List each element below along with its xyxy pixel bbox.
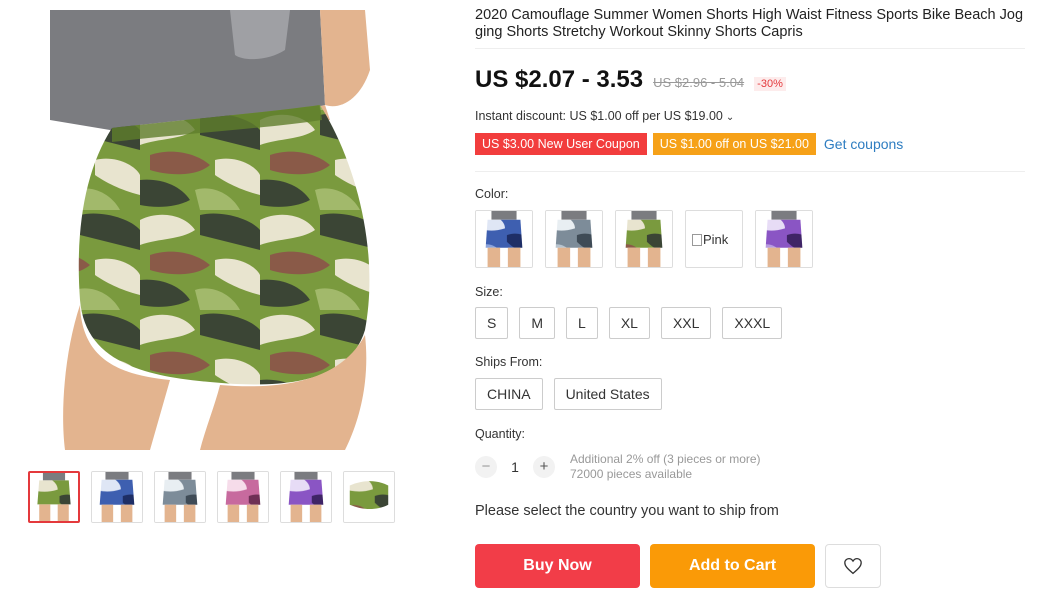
thumbnail-gray-camo[interactable] <box>154 471 206 523</box>
quantity-label: Quantity: <box>475 427 526 441</box>
quantity-input[interactable] <box>497 458 533 476</box>
size-options: S M L XL XXL XXXL <box>475 307 783 339</box>
instant-discount-text: Instant discount: US $1.00 off per US $1… <box>475 109 723 123</box>
add-to-cart-button[interactable]: Add to Cart <box>650 544 815 588</box>
quantity-decrease-button[interactable]: − <box>475 456 497 478</box>
thumbnail-green-camo[interactable] <box>28 471 80 523</box>
wishlist-button[interactable] <box>825 544 881 588</box>
ship-from-united-states[interactable]: United States <box>553 378 662 410</box>
coupon-row: US $3.00 New User Coupon US $1.00 off on… <box>475 133 903 155</box>
divider <box>475 171 1025 172</box>
color-option-pink[interactable]: Pink <box>685 210 743 268</box>
size-option-s[interactable]: S <box>475 307 509 339</box>
thumbnail-strip <box>28 471 395 523</box>
current-price: US $2.07 - 3.53 <box>475 66 644 93</box>
ship-country-message: Please select the country you want to sh… <box>475 503 779 519</box>
heart-icon <box>844 557 862 575</box>
size-option-xxxl[interactable]: XXXL <box>722 307 783 339</box>
size-option-xxl[interactable]: XXL <box>660 307 712 339</box>
new-user-coupon[interactable]: US $3.00 New User Coupon <box>475 133 647 155</box>
price-row: US $2.07 - 3.53 US $2.96 - 5.04 -30% <box>475 66 786 94</box>
buy-now-button[interactable]: Buy Now <box>475 544 640 588</box>
action-buttons: Buy Now Add to Cart <box>475 544 881 588</box>
get-coupons-link[interactable]: Get coupons <box>824 136 903 152</box>
ship-from-china[interactable]: CHINA <box>475 378 543 410</box>
thumbnail-green-camo-flat[interactable] <box>343 471 395 523</box>
color-option-green-camo[interactable] <box>615 210 673 268</box>
size-label: Size: <box>475 285 503 299</box>
stock-available-text: 72000 pieces available <box>570 467 693 481</box>
quantity-increase-button[interactable]: + <box>533 456 555 478</box>
chevron-down-icon: ⌄ <box>725 112 735 123</box>
quantity-stepper: − + Additional 2% off (3 pieces or more)… <box>475 452 761 482</box>
color-option-blue-camo[interactable] <box>475 210 533 268</box>
instant-discount[interactable]: Instant discount: US $1.00 off per US $1… <box>475 109 734 123</box>
size-option-xl[interactable]: XL <box>608 307 650 339</box>
size-option-l[interactable]: L <box>566 307 598 339</box>
thumbnail-purple-camo[interactable] <box>280 471 332 523</box>
product-title: 2020 Camouflage Summer Women Shorts High… <box>475 7 1024 40</box>
pink-alt-text: Pink <box>703 232 729 247</box>
color-options: Pink <box>475 210 813 268</box>
original-price: US $2.96 - 5.04 <box>653 75 745 90</box>
main-product-image[interactable] <box>20 10 420 450</box>
bulk-discount-text: Additional 2% off (3 pieces or more) <box>570 452 761 466</box>
ships-from-label: Ships From: <box>475 355 543 369</box>
discount-badge: -30% <box>754 77 786 91</box>
color-label: Color: <box>475 187 509 201</box>
store-coupon[interactable]: US $1.00 off on US $21.00 <box>652 133 816 155</box>
divider <box>475 48 1025 49</box>
broken-image: Pink <box>692 232 728 247</box>
size-option-m[interactable]: M <box>519 307 556 339</box>
quantity-info: Additional 2% off (3 pieces or more) 720… <box>570 452 761 482</box>
broken-image-icon <box>692 233 702 246</box>
thumbnail-pink-camo[interactable] <box>217 471 269 523</box>
color-option-purple-camo[interactable] <box>755 210 813 268</box>
thumbnail-blue-camo[interactable] <box>91 471 143 523</box>
color-option-gray-camo[interactable] <box>545 210 603 268</box>
ships-from-options: CHINA United States <box>475 378 662 410</box>
